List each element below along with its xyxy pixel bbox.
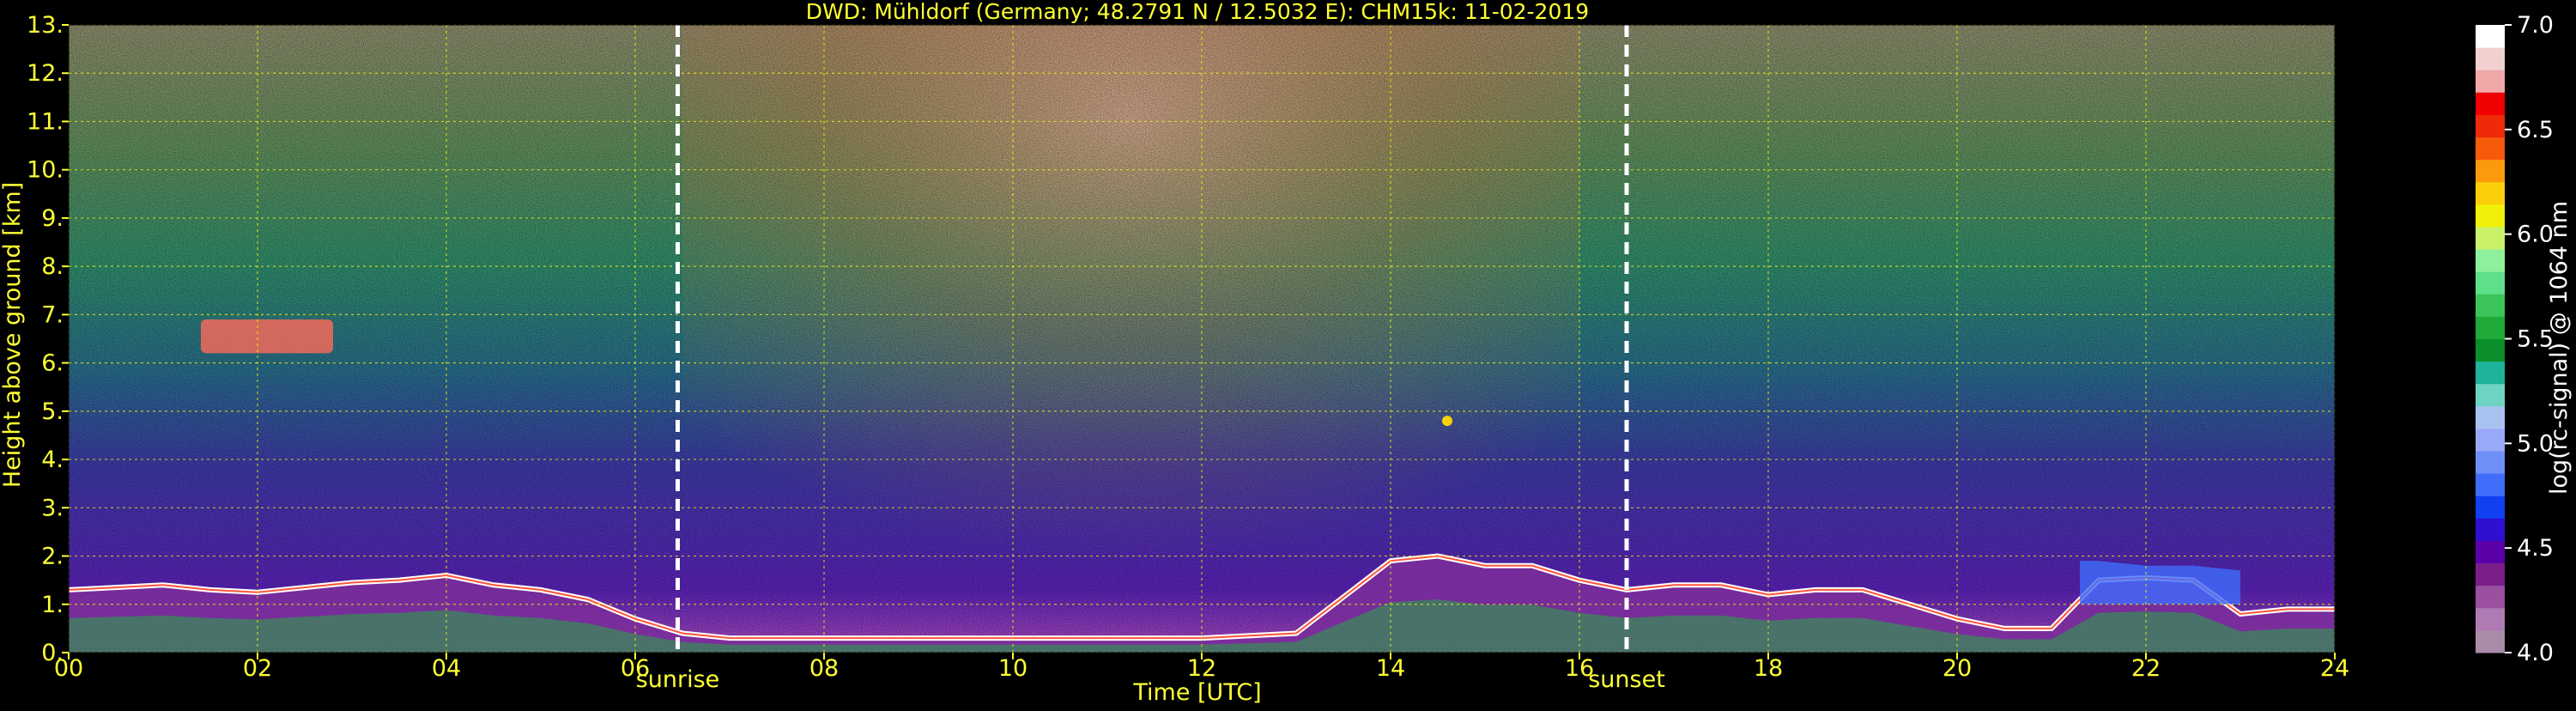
colorbar-cell: [2476, 585, 2505, 609]
colorbar-label: log(rc-signal) @ 1064 nm: [2546, 201, 2573, 495]
colorbar-tick-label: 7.0: [2517, 12, 2554, 39]
colorbar-cells: [2476, 25, 2505, 653]
colorbar-tick-label: 4.5: [2517, 535, 2554, 562]
colorbar-cell: [2476, 518, 2505, 541]
colorbar-cell: [2476, 114, 2505, 138]
y-tick-label: 2.: [41, 544, 64, 570]
colorbar-cell: [2476, 607, 2505, 631]
y-tick-label: 4.: [41, 447, 64, 473]
y-tick-label: 9.: [41, 205, 64, 232]
y-tick-label: 0.: [41, 640, 64, 666]
chart-svg: sunrise sunset 00 02 04 06 08 10 12 14 16 18 20 22 24…: [0, 0, 2573, 706]
x-tick-label: 12: [1187, 655, 1216, 682]
chart-title: DWD: Mühldorf (Germany; 48.2791 N / 12.5…: [806, 0, 1589, 24]
colorbar-cell: [2476, 451, 2505, 474]
colorbar-cell: [2476, 271, 2505, 295]
y-tick-label: 12.: [27, 60, 64, 87]
x-tick-label: 04: [432, 655, 461, 682]
colorbar-cell: [2476, 495, 2505, 519]
colorbar-tick-label: 4.0: [2517, 640, 2554, 666]
colorbar-cell: [2476, 428, 2505, 452]
y-tick-label: 1.: [41, 592, 64, 618]
y-tick-label: 5.: [41, 398, 64, 425]
y-tick-label: 10.: [27, 157, 64, 184]
colorbar-cell: [2476, 316, 2505, 339]
colorbar-cell: [2476, 70, 2505, 93]
colorbar-cell: [2476, 361, 2505, 385]
x-axis-label: Time [UTC]: [1132, 679, 1261, 706]
sunset-label: sunset: [1588, 666, 1665, 693]
colorbar-cell: [2476, 204, 2505, 228]
y-axis-label: Height above ground [km]: [0, 182, 26, 488]
colorbar-cell: [2476, 226, 2505, 250]
x-tick-label: 24: [2320, 655, 2349, 682]
y-tick-label: 6.: [41, 350, 64, 377]
colorbar-cell: [2476, 159, 2505, 183]
colorbar-cell: [2476, 137, 2505, 161]
plot-area: sunrise sunset: [68, 24, 2336, 693]
y-tick-label: 8.: [41, 253, 64, 280]
colorbar-cell: [2476, 629, 2505, 653]
ceilometer-figure: sunrise sunset 00 02 04 06 08 10 12 14 16 18 20 22 24…: [0, 0, 2576, 708]
colorbar-cell: [2476, 25, 2505, 48]
colorbar-cell: [2476, 181, 2505, 205]
cirrus-patch: [201, 319, 333, 354]
colorbar-cell: [2476, 540, 2505, 564]
colorbar-cell: [2476, 405, 2505, 429]
y-tick-label: 13.: [27, 12, 64, 39]
x-tick-label: 20: [1943, 655, 1972, 682]
colorbar-cell: [2476, 92, 2505, 115]
x-tick-label: 22: [2131, 655, 2161, 682]
x-tick-label: 02: [243, 655, 272, 682]
small-cloud: [1442, 416, 1452, 427]
colorbar-tick-label: 6.5: [2517, 117, 2554, 143]
x-axis: 00 02 04 06 08 10 12 14 16 18 20 22 24: [54, 653, 2349, 682]
colorbar-cell: [2476, 562, 2505, 586]
x-tick-label: 14: [1376, 655, 1405, 682]
colorbar-cell: [2476, 47, 2505, 70]
y-tick-label: 3.: [41, 495, 64, 521]
colorbar-cell: [2476, 338, 2505, 362]
colorbar-cell: [2476, 249, 2505, 272]
colorbar-cell: [2476, 473, 2505, 496]
x-tick-label: 06: [621, 655, 650, 682]
x-tick-label: 16: [1565, 655, 1594, 682]
colorbar-cell: [2476, 294, 2505, 317]
x-tick-label: 08: [809, 655, 839, 682]
y-tick-label: 11.: [27, 108, 64, 135]
y-tick-label: 7.: [41, 301, 64, 328]
colorbar-cell: [2476, 383, 2505, 407]
x-tick-label: 10: [998, 655, 1027, 682]
y-axis: 0. 1. 2. 3. 4. 5. 6. 7. 8. 9. 10. 11. 12. 13.: [27, 12, 69, 666]
x-tick-label: 18: [1754, 655, 1783, 682]
colorbar: 4.04.55.05.56.06.57.0 log(rc-signal) @ 1…: [2476, 12, 2573, 666]
